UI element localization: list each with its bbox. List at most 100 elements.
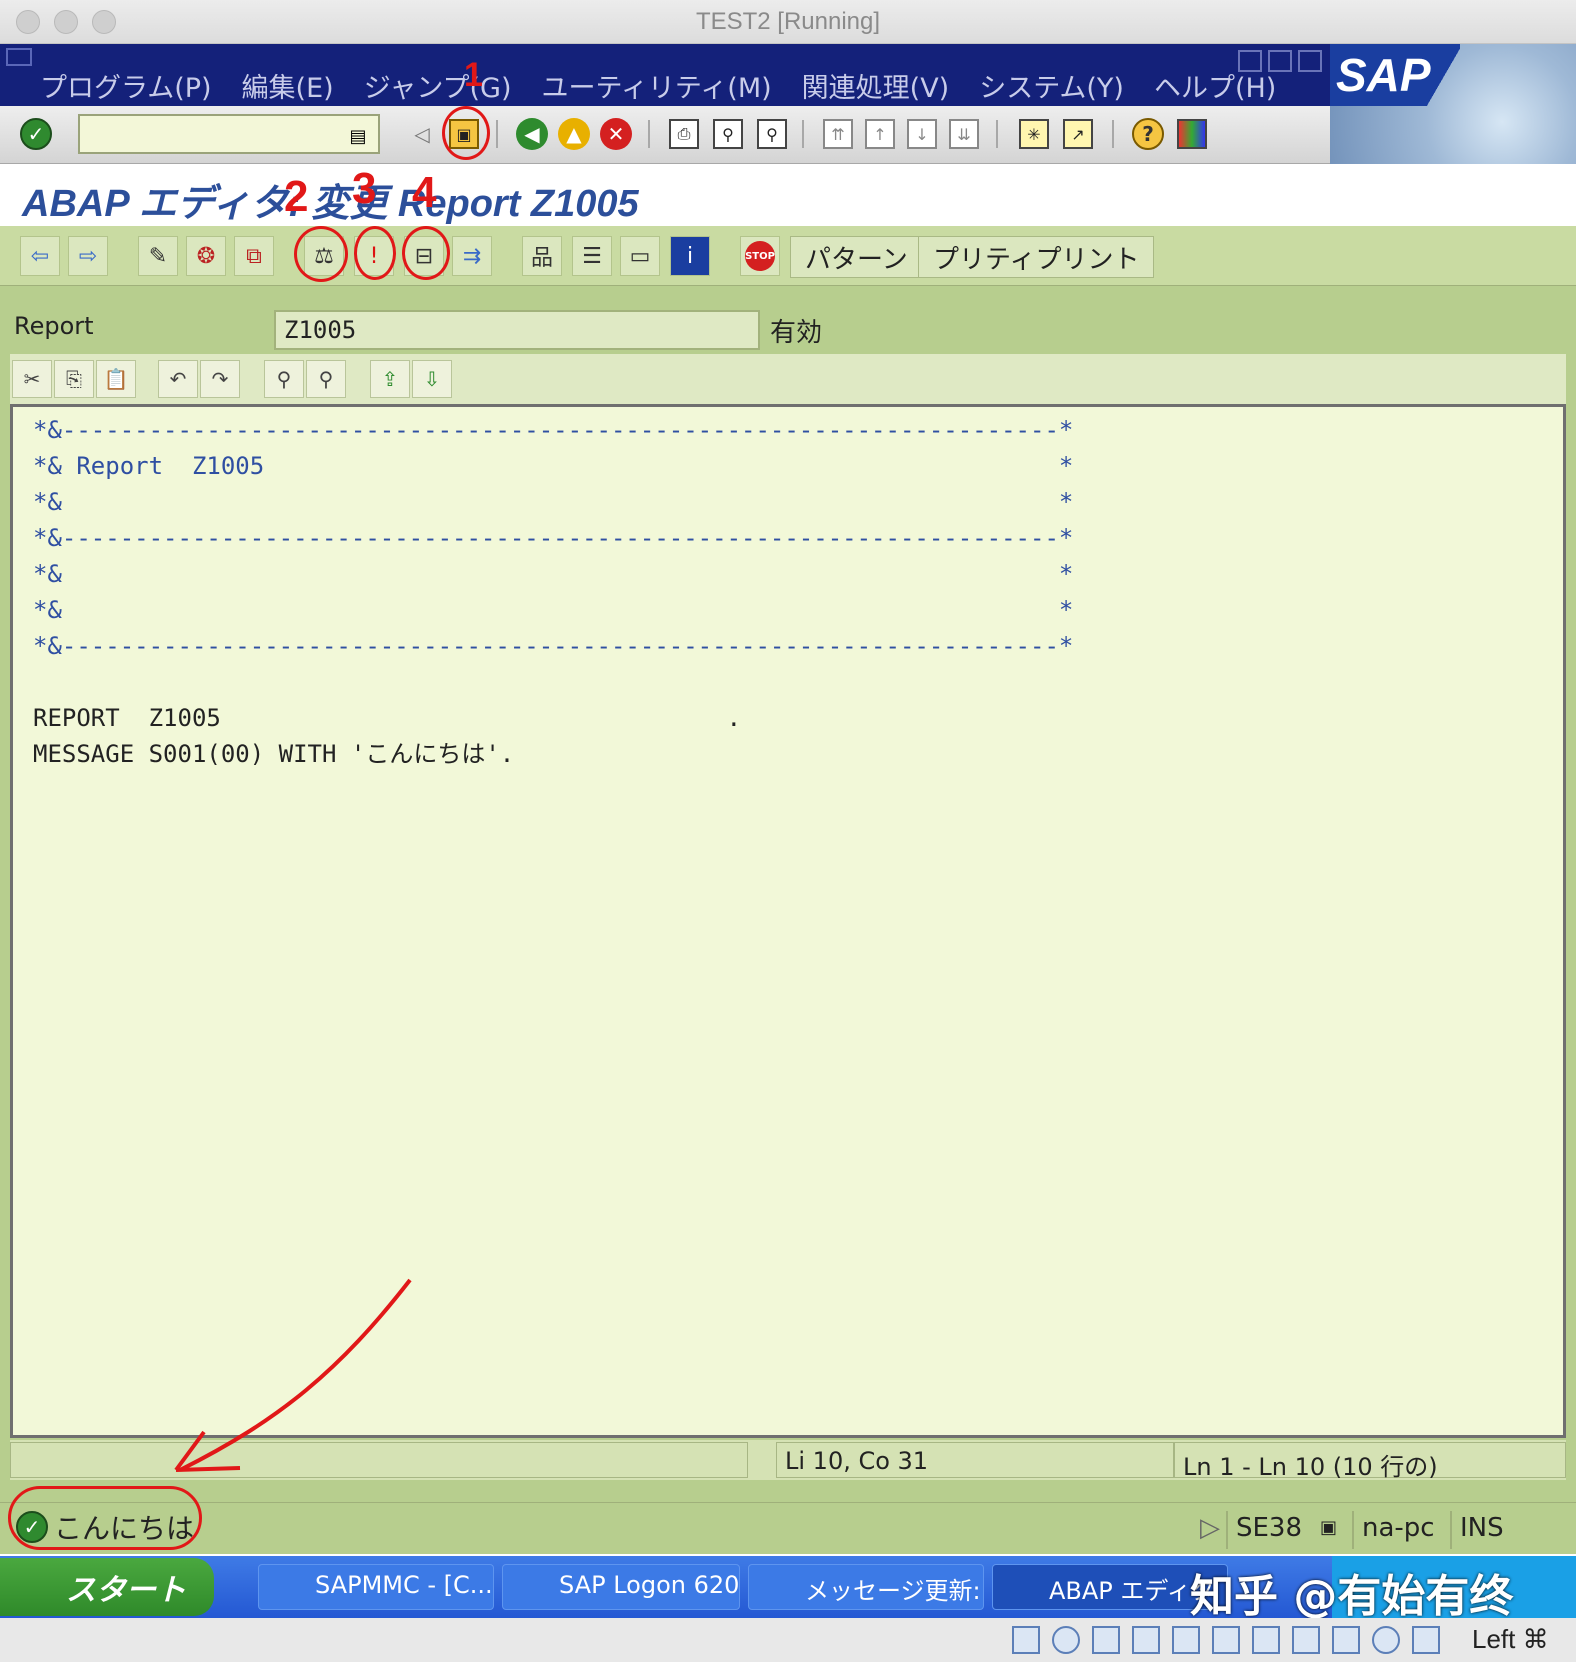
stop-icon: STOP [745,241,775,271]
sap-logo-text: SAP [1330,44,1460,106]
status-expand-arrow-icon[interactable]: ▷ [1192,1511,1228,1549]
breakpoint-button[interactable]: STOP [740,236,780,276]
code-line: *&--------------------------------------… [33,416,1074,444]
taskbar-item-message-update[interactable]: メッセージ更新: ... [748,1564,984,1610]
command-input[interactable] [80,116,378,152]
pretty-print-button[interactable]: プリティプリント [918,236,1155,278]
menu-jump[interactable]: ジャンプ(G) [364,66,512,105]
forward-nav-button[interactable]: ⇨ [68,236,108,276]
editor-find-button[interactable]: ⚲ [264,360,304,398]
redo-button[interactable]: ↷ [200,360,240,398]
active-inactive-icon: ⧉ [246,243,262,269]
upload-button[interactable]: ⇪ [370,360,410,398]
cancel-button[interactable]: ✕ [598,116,634,152]
transaction-code: SE38 [1226,1511,1310,1549]
menu-utilities[interactable]: ユーティリティ(M) [542,66,772,105]
undo-button[interactable]: ↶ [158,360,198,398]
report-label: Report [14,312,94,340]
video-capture-icon[interactable] [1292,1626,1320,1654]
toolbar-separator [496,120,498,148]
hard-disk-icon[interactable] [1012,1626,1040,1654]
menu-program[interactable]: プログラム(P) [40,66,212,105]
window-icon: ▭ [629,243,651,269]
taskbar-item-sap-logon[interactable]: SAP Logon 620 [502,1564,740,1610]
copy-button[interactable]: ⎘ [54,360,94,398]
toolbar-separator [996,120,998,148]
printer-icon: ⎙ [669,119,699,149]
mouse-integration-icon[interactable] [1372,1626,1400,1654]
sap-minimize-button[interactable] [1238,50,1262,72]
toolbar-separator [648,120,650,148]
cpu-icon[interactable] [1332,1626,1360,1654]
menu-related[interactable]: 関連処理(V) [802,66,950,105]
menu-edit[interactable]: 編集(E) [242,66,334,105]
fullscreen-button[interactable]: ▭ [620,236,660,276]
display-change-button[interactable]: ✎ [138,236,178,276]
usb-icon[interactable] [1172,1626,1200,1654]
code-line: MESSAGE S001(00) WITH 'こんにちは'. [33,740,515,768]
command-field[interactable] [78,114,380,154]
first-page-button[interactable]: ⇈ [820,116,856,152]
editor-toolbar: ✂ ⎘ 📋 ↶ ↷ ⚲ ⚲ ⇪ ⇩ [10,354,1566,404]
find-button[interactable]: ⚲ [710,116,746,152]
print-button[interactable]: ⎙ [666,116,702,152]
paste-button[interactable]: 📋 [96,360,136,398]
info-button[interactable]: i [670,236,710,276]
upload-icon: ⇪ [381,367,399,391]
pencil-glasses-icon: ✎ [148,243,168,269]
where-used-button[interactable]: ⇉ [452,236,492,276]
sap-close-button[interactable] [1298,50,1322,72]
start-button[interactable]: スタート [0,1558,214,1616]
cursor-position: Li 10, Co 31 [776,1442,1174,1478]
report-name-field[interactable]: Z1005 [274,310,760,350]
keyboard-capture-icon[interactable] [1412,1626,1440,1654]
annotation-number-1: 1 [464,56,483,94]
download-button[interactable]: ⇩ [412,360,452,398]
arrow-left-icon: ⇦ [30,243,50,269]
find-next-button[interactable]: ⚲ [754,116,790,152]
navigation-window-button[interactable]: ☰ [572,236,612,276]
shortcut-icon: ↗ [1063,119,1093,149]
pattern-button[interactable]: パターン [790,236,923,278]
toolbar-separator [1112,120,1114,148]
optical-drive-icon[interactable] [1052,1626,1080,1654]
taskbar-item-sapmmc[interactable]: SAPMMC - [C... [258,1564,494,1610]
binoculars-icon: ⚲ [713,119,743,149]
other-object-button[interactable]: ❂ [186,236,226,276]
system-menu-icon[interactable] [6,48,32,66]
exit-up-icon: ▲ [558,118,590,150]
exit-button[interactable]: ▲ [556,116,592,152]
command-history-icon[interactable]: ▤ [340,118,376,154]
help-question-icon: ? [1132,118,1164,150]
next-page-button[interactable]: ↓ [904,116,940,152]
back-button[interactable]: ◀ [514,116,550,152]
help-button[interactable]: ? [1130,116,1166,152]
last-page-button[interactable]: ⇊ [946,116,982,152]
new-session-button[interactable]: ✳ [1016,116,1052,152]
display-icon[interactable] [1252,1626,1280,1654]
hierarchy-icon: 品 [530,246,553,271]
back-nav-button[interactable]: ⇦ [20,236,60,276]
network-icon[interactable] [1132,1626,1160,1654]
shared-folders-icon[interactable] [1212,1626,1240,1654]
collapse-arrow-icon[interactable]: ◁ [404,116,440,152]
object-list-button[interactable]: 品 [522,236,562,276]
audio-icon[interactable] [1092,1626,1120,1654]
menu-system[interactable]: システム(Y) [979,66,1124,105]
activation-status: 有効 [770,318,823,348]
previous-page-button[interactable]: ↑ [862,116,898,152]
create-shortcut-button[interactable]: ↗ [1060,116,1096,152]
other-object-icon: ❂ [196,243,216,269]
annotation-number-2: 2 [284,172,309,221]
cut-button[interactable]: ✂ [12,360,52,398]
editor-find-next-button[interactable]: ⚲ [306,360,346,398]
editor-status-bar: Li 10, Co 31 Ln 1 - Ln 10 (10 行の) [10,1440,1566,1481]
active-inactive-button[interactable]: ⧉ [234,236,274,276]
sap-restore-button[interactable] [1268,50,1292,72]
system-info-icon[interactable]: ▣ [1312,1511,1345,1549]
insert-mode[interactable]: INS [1450,1511,1512,1549]
enter-button[interactable]: ✓ [18,116,54,152]
customize-layout-button[interactable] [1174,116,1210,152]
host-key-label: Left ⌘ [1472,1624,1549,1654]
code-editor[interactable]: *&--------------------------------------… [10,404,1566,1438]
